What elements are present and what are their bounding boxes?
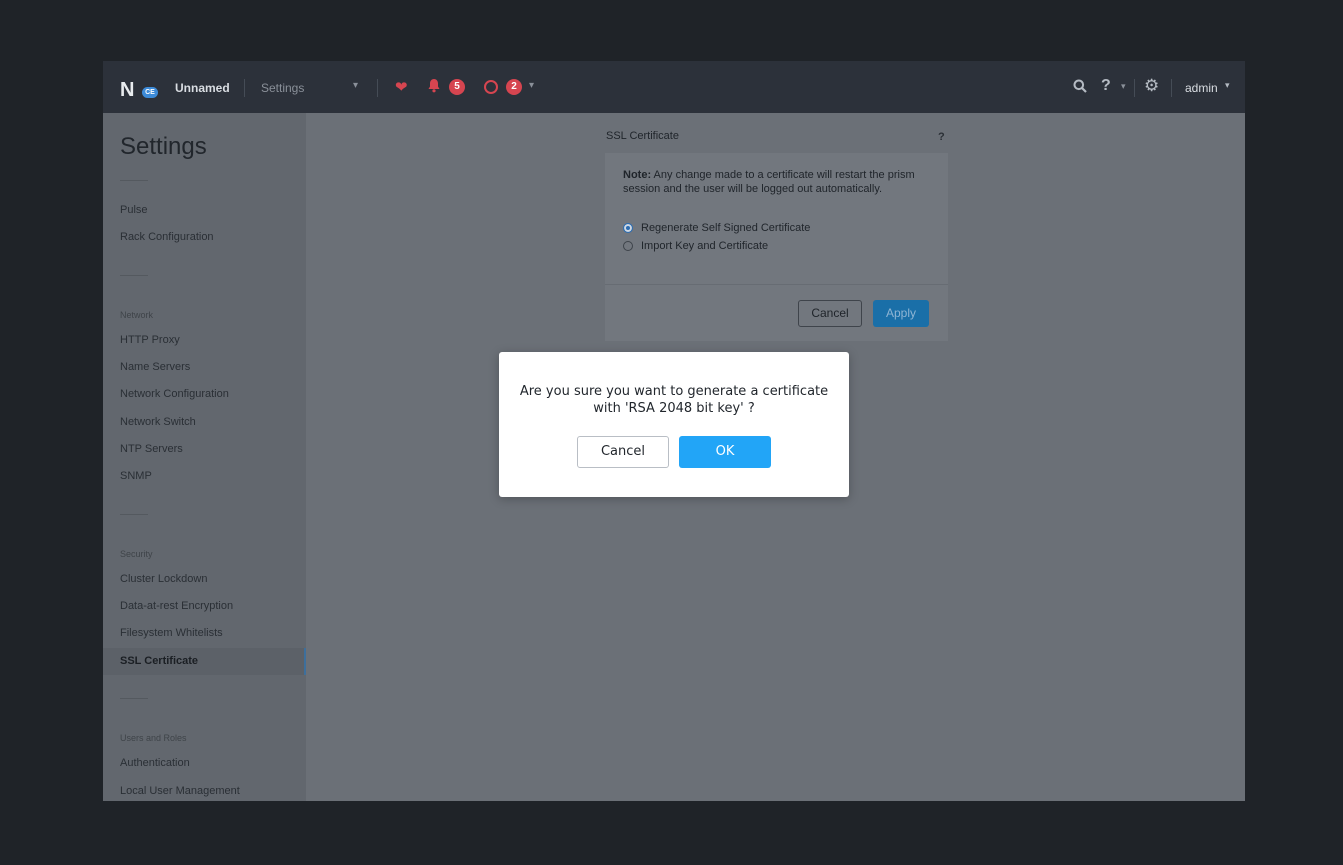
sidebar-item-network-configuration[interactable]: Network Configuration — [120, 388, 229, 400]
radio-regenerate-certificate[interactable]: Regenerate Self Signed Certificate — [623, 222, 810, 234]
sidebar-divider — [120, 514, 148, 515]
nav-divider — [1171, 79, 1172, 97]
sidebar-item-cluster-lockdown[interactable]: Cluster Lockdown — [120, 573, 207, 585]
panel-divider — [605, 284, 948, 285]
sidebar-item-ssl-certificate[interactable]: SSL Certificate — [120, 655, 198, 667]
sidebar-item-authentication[interactable]: Authentication — [120, 757, 190, 769]
heart-icon[interactable]: ❤ — [395, 78, 408, 96]
chevron-down-icon[interactable]: ▾ — [1121, 81, 1126, 92]
ssl-note: Note: Any change made to a certificate w… — [623, 168, 923, 196]
chevron-down-icon[interactable]: ▾ — [529, 80, 534, 91]
logo-letter: N — [120, 79, 135, 101]
sidebar-section-network: Network — [120, 310, 154, 320]
ok-button[interactable]: OK — [679, 436, 771, 468]
confirm-message: Are you sure you want to generate a cert… — [499, 383, 849, 417]
sidebar-item-http-proxy[interactable]: HTTP Proxy — [120, 334, 180, 346]
chevron-down-icon[interactable]: ▾ — [353, 80, 358, 91]
sidebar-item-name-servers[interactable]: Name Servers — [120, 361, 190, 373]
ssl-apply-button[interactable]: Apply — [873, 300, 929, 327]
nav-divider — [377, 79, 378, 97]
ssl-cancel-button[interactable]: Cancel — [798, 300, 862, 327]
bell-icon[interactable] — [427, 78, 441, 98]
top-navbar: N CE Unnamed Settings ▾ ❤ 5 2 ▾ ? ▾ ⚙ ad… — [103, 61, 1245, 113]
chevron-down-icon[interactable]: ▾ — [1225, 80, 1230, 91]
sidebar-item-data-at-rest-encryption[interactable]: Data-at-rest Encryption — [120, 600, 233, 612]
sidebar-item-ntp-servers[interactable]: NTP Servers — [120, 443, 183, 455]
help-icon[interactable]: ? — [938, 131, 945, 143]
nav-divider — [1134, 79, 1135, 97]
sidebar-item-snmp[interactable]: SNMP — [120, 470, 152, 482]
sidebar-section-security: Security — [120, 549, 153, 559]
ssl-certificate-title: SSL Certificate — [606, 130, 679, 142]
radio-label: Regenerate Self Signed Certificate — [641, 222, 811, 234]
sidebar-item-network-switch[interactable]: Network Switch — [120, 416, 196, 428]
logo-edition-badge: CE — [142, 87, 158, 98]
sidebar-section-users-and-roles: Users and Roles — [120, 733, 187, 743]
tasks-count-badge[interactable]: 2 — [506, 79, 522, 95]
radio-label: Import Key and Certificate — [641, 240, 769, 252]
sidebar-divider — [120, 275, 148, 276]
gear-icon[interactable]: ⚙ — [1144, 76, 1159, 96]
radio-selected-icon[interactable] — [623, 223, 633, 233]
confirm-message-line1: Are you sure you want to generate a cert… — [519, 384, 829, 399]
ssl-note-text: Any change made to a certificate will re… — [623, 169, 915, 195]
user-menu[interactable]: admin — [1185, 81, 1218, 95]
nutanix-logo[interactable]: N CE — [120, 79, 160, 101]
confirm-dialog: Are you sure you want to generate a cert… — [499, 352, 849, 497]
ssl-note-label: Note: — [623, 169, 652, 181]
confirm-message-line2: with 'RSA 2048 bit key' ? — [593, 401, 755, 416]
nav-settings-menu[interactable]: Settings — [261, 81, 304, 95]
radio-import-key-certificate[interactable]: Import Key and Certificate — [623, 240, 768, 252]
sidebar-divider — [120, 698, 148, 699]
radio-unselected-icon[interactable] — [623, 241, 633, 251]
tasks-ring-icon[interactable] — [484, 80, 498, 94]
sidebar-title: Settings — [120, 133, 207, 160]
settings-sidebar: Settings Pulse Rack Configuration Networ… — [103, 113, 306, 801]
help-icon[interactable]: ? — [1101, 77, 1111, 95]
cluster-name[interactable]: Unnamed — [175, 81, 230, 95]
search-icon[interactable] — [1073, 79, 1087, 98]
sidebar-item-rack-configuration[interactable]: Rack Configuration — [120, 231, 214, 243]
sidebar-divider — [120, 180, 148, 181]
alerts-count-badge[interactable]: 5 — [449, 79, 465, 95]
sidebar-item-local-user-management[interactable]: Local User Management — [120, 785, 240, 797]
ssl-certificate-panel: Note: Any change made to a certificate w… — [605, 153, 948, 341]
sidebar-item-pulse[interactable]: Pulse — [120, 204, 148, 216]
cancel-button[interactable]: Cancel — [577, 436, 669, 468]
sidebar-item-filesystem-whitelists[interactable]: Filesystem Whitelists — [120, 627, 223, 639]
nav-divider — [244, 79, 245, 97]
